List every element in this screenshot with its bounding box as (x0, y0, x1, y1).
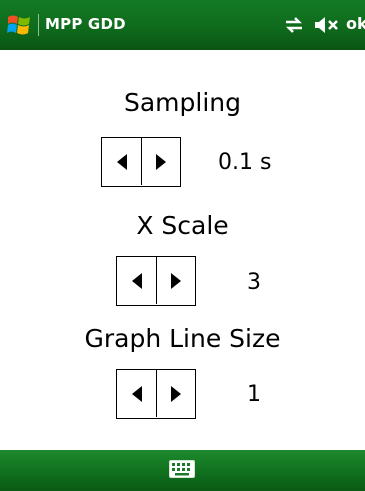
sampling-label: Sampling (123, 88, 242, 117)
left-arrow-icon (117, 154, 127, 170)
x-scale-decrease-button[interactable] (117, 257, 156, 304)
graph-line-size-value: 1 (247, 382, 261, 407)
connectivity-icon[interactable] (282, 13, 306, 37)
sampling-increase-button[interactable] (141, 138, 180, 185)
title-separator (38, 14, 39, 36)
graph-line-size-label: Graph Line Size (84, 324, 281, 353)
graph-line-size-increase-button[interactable] (156, 370, 195, 417)
sampling-decrease-button[interactable] (102, 138, 141, 185)
app-title: MPP GDD (45, 15, 126, 33)
graph-line-size-decrease-button[interactable] (117, 370, 156, 417)
sampling-spinner (101, 137, 181, 187)
title-bar: MPP GDD ok (0, 0, 365, 50)
graph-line-size-spinner (116, 369, 196, 419)
ok-button[interactable]: ok (346, 14, 365, 33)
keyboard-icon[interactable] (169, 460, 195, 478)
left-arrow-icon (132, 386, 142, 402)
left-arrow-icon (132, 273, 142, 289)
sampling-value: 0.1 s (218, 150, 272, 175)
volume-muted-icon[interactable] (313, 13, 341, 37)
windows-start-icon[interactable] (6, 12, 32, 38)
soft-key-bar (0, 450, 365, 491)
right-arrow-icon (171, 273, 181, 289)
right-arrow-icon (171, 386, 181, 402)
x-scale-label: X Scale (136, 211, 229, 240)
right-arrow-icon (156, 154, 166, 170)
x-scale-spinner (116, 256, 196, 306)
x-scale-increase-button[interactable] (156, 257, 195, 304)
x-scale-value: 3 (247, 270, 261, 295)
